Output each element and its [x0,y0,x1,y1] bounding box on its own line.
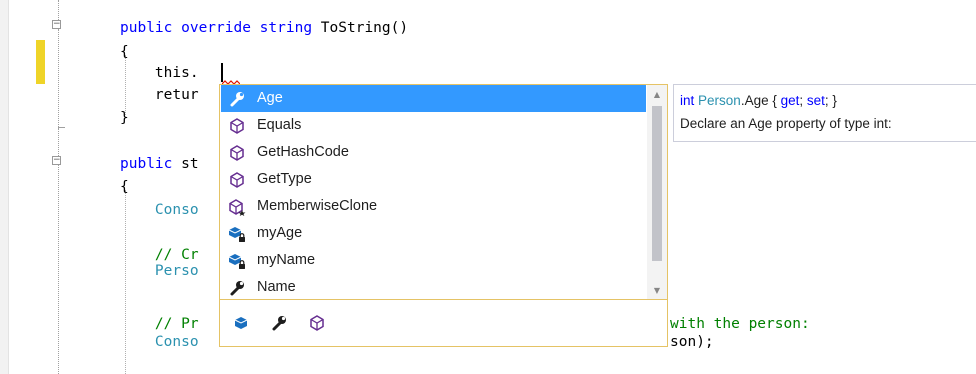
field-filter-button[interactable] [230,312,252,334]
completion-scrollbar[interactable]: ▲ ▼ [647,85,667,301]
code-line[interactable]: this. [120,61,199,85]
completion-item-memberwiseclone[interactable]: MemberwiseClone [221,193,646,220]
tooltip-get: get [780,93,800,108]
completion-item-gethashcode[interactable]: GetHashCode [221,139,646,166]
code-text: { [120,44,129,60]
completion-item-age[interactable]: Age [221,85,646,112]
change-tracking-bar [36,40,45,84]
completion-item-label: GetHashCode [257,144,349,160]
editor-left-margin [0,0,8,374]
quick-info-tooltip: int Person.Age { get; set; } Declare an … [673,84,976,142]
code-text: Conso [120,334,199,350]
code-keyword: public override string [120,20,313,36]
outline-guide-line [58,165,59,374]
scrollbar-thumb[interactable] [652,106,662,261]
code-text: son); [670,334,714,350]
code-line[interactable]: public st [120,152,199,176]
code-text: { [120,179,129,195]
outline-collapse-toggle[interactable]: − [52,156,61,165]
code-type-name: Perso [120,263,199,279]
completion-item-name[interactable]: Name [221,274,646,301]
wrench-property-icon [230,92,244,107]
method-filter-button[interactable] [306,312,328,334]
completion-items: Age Equals GetHashCode GetType Memberwis… [221,85,646,301]
method-cube-icon [230,145,244,161]
code-line[interactable]: retur [120,83,199,107]
code-text: st [172,156,199,172]
code-line[interactable]: public override string ToString() [120,16,408,40]
scroll-up-arrow-icon[interactable]: ▲ [647,85,667,105]
code-text: this. [120,65,199,81]
tooltip-description: Declare an Age property of type int: [680,116,892,131]
completion-item-label: Equals [257,117,302,133]
completion-item-label: myName [257,252,316,268]
code-text: retur [120,87,199,103]
completion-filter-bar [220,299,667,346]
code-line[interactable]: Conso [120,198,199,222]
method-filter-icon [310,315,324,331]
protected-method-cube-icon [229,199,246,216]
private-field-icon [228,254,245,269]
method-cube-icon [230,172,244,188]
code-line-tail[interactable]: son); [670,330,714,354]
completion-item-myage[interactable]: myAge [221,220,646,247]
code-line[interactable]: Perso [120,259,199,283]
wrench-property-icon [230,281,244,296]
tooltip-set: set [806,93,825,108]
field-filter-icon [234,317,248,329]
completion-item-myname[interactable]: myName [221,247,646,274]
margin-divider [8,0,9,374]
method-cube-icon [230,118,244,134]
tooltip-class: Person [698,93,741,108]
outline-collapse-toggle[interactable]: − [52,20,61,29]
code-line[interactable]: } [120,106,129,130]
completion-item-label: Name [257,279,296,295]
code-text: ToString() [312,20,409,36]
private-field-icon [228,227,245,242]
scroll-down-arrow-icon[interactable]: ▼ [647,281,667,301]
tooltip-type: int [680,93,695,108]
property-filter-button[interactable] [268,312,290,334]
completion-item-label: MemberwiseClone [257,198,378,214]
completion-item-equals[interactable]: Equals [221,112,646,139]
completion-item-label: Age [257,90,283,106]
outline-guide-line [58,0,59,20]
completion-item-gettype[interactable]: GetType [221,166,646,193]
code-line[interactable]: { [120,175,129,199]
completion-item-label: GetType [257,171,312,187]
property-filter-icon [272,316,286,331]
code-keyword: public [120,156,173,172]
tooltip-member: .Age { [740,93,781,108]
tooltip-signature: int Person.Age { get; set; } [680,89,976,112]
outline-guide-line [58,29,59,127]
code-line[interactable]: Conso [120,330,199,354]
outline-guide-line [58,128,59,156]
tooltip-end: ; } [824,93,837,108]
code-text: } [120,110,129,126]
code-text: Conso [120,202,199,218]
completion-item-label: myAge [257,225,303,241]
tooltip-sep: ; [799,93,807,108]
outline-end-tick [58,127,65,128]
intellisense-completion-list[interactable]: Age Equals GetHashCode GetType Memberwis… [219,84,668,347]
